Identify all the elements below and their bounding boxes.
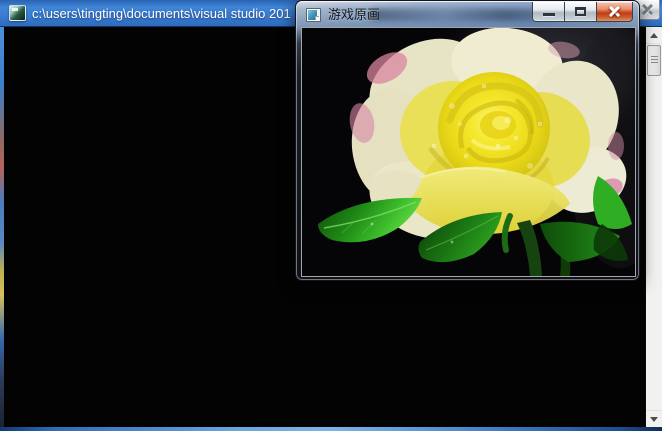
scroll-down-icon	[650, 417, 658, 422]
console-title: c:\users\tingting\documents\visual studi…	[32, 0, 291, 27]
image-window-title: 游戏原画	[328, 2, 380, 27]
close-icon	[641, 3, 654, 16]
image-window-icon[interactable]	[306, 8, 321, 22]
image-window: 游戏原画	[295, 0, 640, 281]
minimize-button[interactable]	[532, 2, 565, 22]
console-window-left-border	[0, 27, 4, 427]
caption-buttons	[532, 2, 633, 22]
desktop: c:\users\tingting\documents\visual studi…	[0, 0, 662, 431]
scroll-up-icon	[650, 33, 658, 38]
maximize-button[interactable]	[564, 2, 597, 22]
scroll-up-button[interactable]	[646, 27, 662, 44]
image-window-client	[301, 27, 636, 277]
console-window-bottom-border	[0, 427, 662, 431]
close-button[interactable]	[596, 2, 633, 22]
scrollbar-thumb[interactable]	[647, 45, 661, 76]
bitmap-icon-corner	[315, 16, 319, 20]
minimize-icon	[543, 13, 555, 16]
rose-photo	[302, 28, 635, 276]
close-icon	[607, 4, 622, 19]
console-scrollbar[interactable]	[645, 27, 662, 427]
console-icon[interactable]	[9, 5, 26, 21]
maximize-icon	[575, 7, 586, 16]
scroll-down-button[interactable]	[646, 410, 662, 427]
